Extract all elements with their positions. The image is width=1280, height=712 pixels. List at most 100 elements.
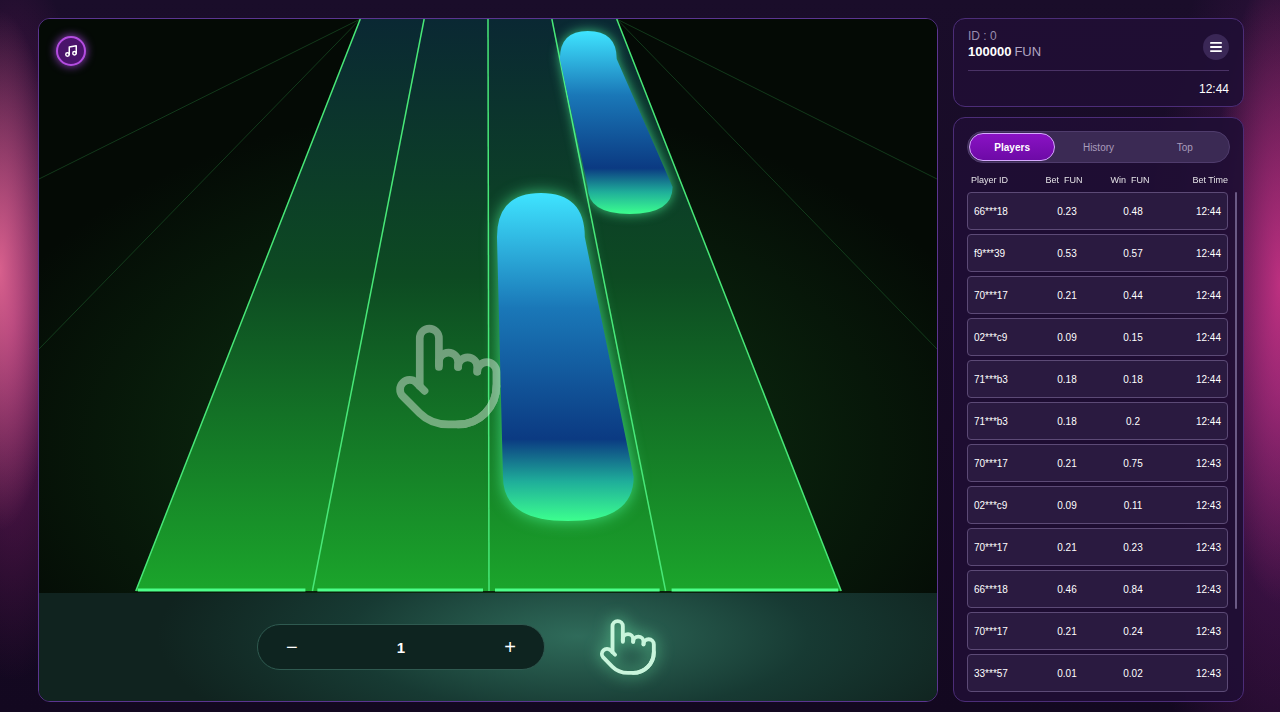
hit-zone [138,589,838,592]
table-cell: 02***c9 [974,500,1036,511]
note-tile[interactable] [560,31,673,214]
table-cell: 0.2 [1098,416,1168,427]
table-cell: 12:44 [1168,248,1221,259]
table-cell: 0.84 [1098,584,1168,595]
table-cell: f9***39 [974,248,1036,259]
game-board[interactable] [39,19,937,593]
table-cell: 70***17 [974,458,1036,469]
table-cell: 0.15 [1098,332,1168,343]
column-header: Win FUN [1095,175,1165,185]
lane-track [136,19,841,591]
table-cell: 0.21 [1036,458,1098,469]
table-cell: 12:44 [1168,206,1221,217]
table-cell: 0.09 [1036,332,1098,343]
table-cell: 0.24 [1098,626,1168,637]
scrollbar-thumb[interactable] [1235,192,1237,609]
music-note-icon [64,44,78,58]
table-cell: 66***18 [974,584,1036,595]
tab[interactable]: Top [1142,133,1228,161]
balance: 100000FUN [968,44,1041,59]
table-cell: 0.21 [1036,626,1098,637]
table-row: 66***180.460.8412:43 [967,570,1228,608]
table-row: 70***170.210.7512:43 [967,444,1228,482]
table-cell: 0.53 [1036,248,1098,259]
table-cell: 66***18 [974,206,1036,217]
table-row: 66***180.230.4812:44 [967,192,1228,230]
tap-button[interactable] [597,616,659,678]
table-cell: 0.44 [1098,290,1168,301]
table-cell: 12:44 [1168,374,1221,385]
table-cell: 0.18 [1036,416,1098,427]
table-header: Player IDBet FUNWin FUNBet Time [967,163,1230,192]
table-cell: 33***57 [974,668,1036,679]
pointing-hand-icon [391,319,506,434]
scrollbar[interactable] [1235,192,1238,701]
table-cell: 12:43 [1168,626,1221,637]
table-row: 71***b30.180.212:44 [967,402,1228,440]
side-column: ID : 0100000FUN12:44PlayersHistoryTopPla… [953,18,1244,702]
table-cell: 02***c9 [974,332,1036,343]
table-cell: 12:44 [1168,332,1221,343]
currency: FUN [1014,44,1041,59]
account-row: ID : 0100000FUN [968,29,1229,71]
game-area[interactable] [39,19,937,593]
player-id: ID : 0 [968,29,1041,43]
table-cell: 0.23 [1098,542,1168,553]
column-header: Bet Time [1165,175,1228,185]
bet-value[interactable]: 1 [397,639,405,656]
table-row: 70***170.210.2412:43 [967,612,1228,650]
table-cell: 71***b3 [974,416,1036,427]
table-row: 71***b30.180.1812:44 [967,360,1228,398]
table-cell: 12:44 [1168,416,1221,427]
table-cell: 70***17 [974,542,1036,553]
table-cell: 0.46 [1036,584,1098,595]
table-cell: 0.18 [1036,374,1098,385]
account-card: ID : 0100000FUN12:44 [953,18,1244,107]
table-cell: 70***17 [974,290,1036,301]
table-row: 02***c90.090.1512:44 [967,318,1228,356]
column-header: Player ID [971,175,1033,185]
table-cell: 0.18 [1098,374,1168,385]
increment-button[interactable]: + [496,632,524,663]
table-cell: 0.09 [1036,500,1098,511]
table-cell: 0.75 [1098,458,1168,469]
table-row: 33***570.010.0212:43 [967,654,1228,692]
tap-hand-icon [597,616,659,678]
table-cell: 0.23 [1036,206,1098,217]
table-cell: 0.21 [1036,542,1098,553]
table-cell: 70***17 [974,626,1036,637]
table-body: 66***180.230.4812:44f9***390.530.5712:44… [967,192,1243,701]
tap-guide [391,319,506,434]
table-cell: 0.02 [1098,668,1168,679]
column-header: Bet FUN [1033,175,1095,185]
table-cell: 0.21 [1036,290,1098,301]
table-cell: 12:44 [1168,290,1221,301]
decrement-button[interactable]: − [278,632,306,663]
music-button[interactable] [56,36,86,66]
menu-button[interactable] [1203,34,1229,60]
table-cell: 71***b3 [974,374,1036,385]
table-row: 70***170.210.4412:44 [967,276,1228,314]
tab[interactable]: Players [969,133,1055,161]
table-cell: 12:43 [1168,458,1221,469]
table-cell: 12:43 [1168,668,1221,679]
lane-lines [136,19,841,591]
page: −1+ID : 0100000FUN12:44PlayersHistoryTop… [0,0,1280,712]
table-cell: 0.11 [1098,500,1168,511]
table-cell: 12:43 [1168,500,1221,511]
table-cell: 0.01 [1036,668,1098,679]
table-cell: 0.57 [1098,248,1168,259]
bet-stepper: − 1 + [257,624,545,670]
clock: 12:44 [968,71,1229,96]
table-cell: 12:43 [1168,542,1221,553]
menu-icon [1210,42,1222,52]
tab[interactable]: History [1055,133,1141,161]
game-panel: − 1 + [38,18,938,702]
note-tile[interactable] [497,193,634,521]
board-background [39,19,937,593]
table-row: 02***c90.090.1112:43 [967,486,1228,524]
table-row: 70***170.210.2312:43 [967,528,1228,566]
tab-bar: PlayersHistoryTop [967,131,1230,163]
row-list: 66***180.230.4812:44f9***390.530.5712:44… [967,192,1228,701]
bets-card: PlayersHistoryTopPlayer IDBet FUNWin FUN… [953,117,1244,702]
